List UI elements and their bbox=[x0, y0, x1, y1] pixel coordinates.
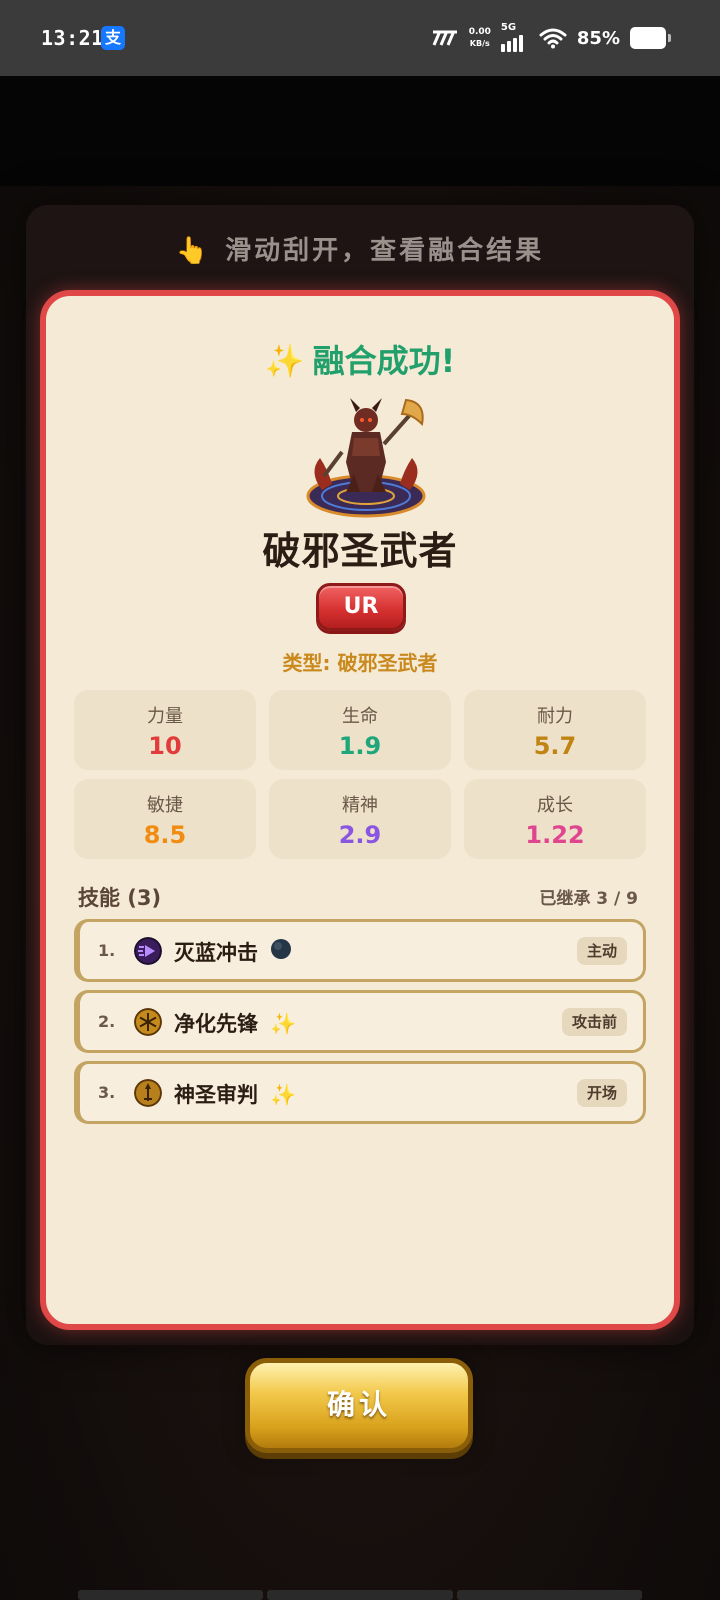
home-indicator[interactable] bbox=[78, 1590, 642, 1600]
stat-label: 生命 bbox=[342, 706, 378, 727]
dark-moon-icon bbox=[270, 938, 292, 965]
stats-grid: 力量 10 生命 1.9 耐力 5.7 敏捷 8.5 精神 2.9 成长 1.2… bbox=[74, 690, 646, 859]
stat-growth: 成长 1.22 bbox=[464, 779, 646, 859]
fusion-result-card[interactable]: ✨ 融合成功! 破邪圣武者 UR 类型: 破邪圣武者 力量 10 生命 1.9 … bbox=[40, 290, 680, 1330]
stat-value: 8.5 bbox=[143, 821, 187, 849]
stat-spirit: 精神 2.9 bbox=[269, 779, 451, 859]
cellular-signal-icon: 5G bbox=[500, 22, 529, 52]
stat-label: 力量 bbox=[147, 706, 183, 727]
skill-trigger-tag: 攻击前 bbox=[561, 1008, 627, 1036]
stat-label: 成长 bbox=[537, 795, 573, 816]
top-backdrop bbox=[0, 76, 720, 186]
skills-inherited-count: 已继承 3 / 9 bbox=[539, 889, 638, 909]
success-title: ✨ 融合成功! bbox=[46, 336, 674, 382]
alipay-icon: 支 bbox=[101, 26, 125, 50]
hero-name: 破邪圣武者 bbox=[262, 529, 458, 573]
purple-play-icon bbox=[134, 937, 162, 965]
hero-type: 类型: 破邪圣武者 bbox=[282, 651, 438, 675]
sparkles-icon: ✨ bbox=[270, 1012, 297, 1036]
rarity-badge: UR bbox=[316, 583, 406, 631]
skill-row[interactable]: 2. 净化先锋 ✨ 攻击前 bbox=[74, 990, 646, 1053]
skill-name: 净化先锋 ✨ bbox=[174, 1008, 296, 1038]
skill-name: 神圣审判 ✨ bbox=[174, 1079, 296, 1109]
stat-value: 10 bbox=[148, 732, 182, 760]
scratch-hint: 👆 滑动刮开，查看融合结果 bbox=[0, 230, 720, 267]
stat-value: 5.7 bbox=[533, 732, 577, 760]
skills-header: 技能 (3) 已继承 3 / 9 bbox=[78, 882, 638, 912]
skill-name-text: 神圣审判 bbox=[174, 1083, 258, 1107]
status-time: 13:21 bbox=[41, 26, 104, 50]
battery-percent: 85% bbox=[576, 27, 620, 49]
net-speed: 0.00 KB/s bbox=[469, 27, 491, 49]
golden-star-icon bbox=[134, 1008, 162, 1036]
status-indicators: 0.00 KB/s 5G 85% bbox=[431, 22, 620, 54]
stat-value: 1.22 bbox=[525, 821, 585, 849]
stat-value: 1.9 bbox=[338, 732, 382, 760]
net-speed-unit: KB/s bbox=[469, 39, 490, 48]
skills-title: 技能 (3) bbox=[78, 886, 162, 910]
skill-number: 1. bbox=[98, 941, 116, 960]
stat-endurance: 耐力 5.7 bbox=[464, 690, 646, 770]
stat-value: 2.9 bbox=[338, 821, 382, 849]
skill-name-text: 灭蓝冲击 bbox=[174, 941, 258, 965]
skill-number: 2. bbox=[98, 1012, 116, 1031]
pointing-hand-icon: 👆 bbox=[175, 236, 212, 266]
stat-label: 敏捷 bbox=[147, 795, 183, 816]
sparkles-icon: ✨ bbox=[264, 342, 305, 380]
skill-row[interactable]: 1. 灭蓝冲击 主动 bbox=[74, 919, 646, 982]
status-bar: 13:21 支 0.00 KB/s 5G 85% bbox=[0, 0, 720, 76]
stat-strength: 力量 10 bbox=[74, 690, 256, 770]
skill-trigger-tag: 主动 bbox=[576, 937, 627, 965]
skill-name: 灭蓝冲击 bbox=[174, 937, 292, 967]
battery-icon bbox=[630, 27, 671, 49]
hero-portrait bbox=[306, 398, 426, 518]
sparkles-icon: ✨ bbox=[270, 1083, 297, 1107]
scratch-hint-text: 滑动刮开，查看融合结果 bbox=[225, 236, 545, 266]
stat-agility: 敏捷 8.5 bbox=[74, 779, 256, 859]
network-type: 5G bbox=[500, 22, 517, 33]
stat-label: 耐力 bbox=[537, 706, 573, 727]
golden-sword-icon bbox=[134, 1079, 162, 1107]
skill-number: 3. bbox=[98, 1083, 116, 1102]
fusion-result-screen: 13:21 支 0.00 KB/s 5G 85% 👆 滑动刮开，查看融合结果 ✨… bbox=[0, 0, 720, 1600]
skill-row[interactable]: 3. 神圣审判 ✨ 开场 bbox=[74, 1061, 646, 1124]
net-speed-value: 0.00 bbox=[468, 27, 491, 37]
skill-trigger-tag: 开场 bbox=[576, 1079, 627, 1107]
skill-name-text: 净化先锋 bbox=[174, 1012, 258, 1036]
confirm-button[interactable]: 确认 bbox=[245, 1358, 473, 1453]
nfc-icon bbox=[432, 30, 457, 46]
success-text: 融合成功! bbox=[312, 342, 456, 380]
stat-health: 生命 1.9 bbox=[269, 690, 451, 770]
stat-label: 精神 bbox=[342, 795, 378, 816]
wifi-icon bbox=[539, 28, 567, 49]
